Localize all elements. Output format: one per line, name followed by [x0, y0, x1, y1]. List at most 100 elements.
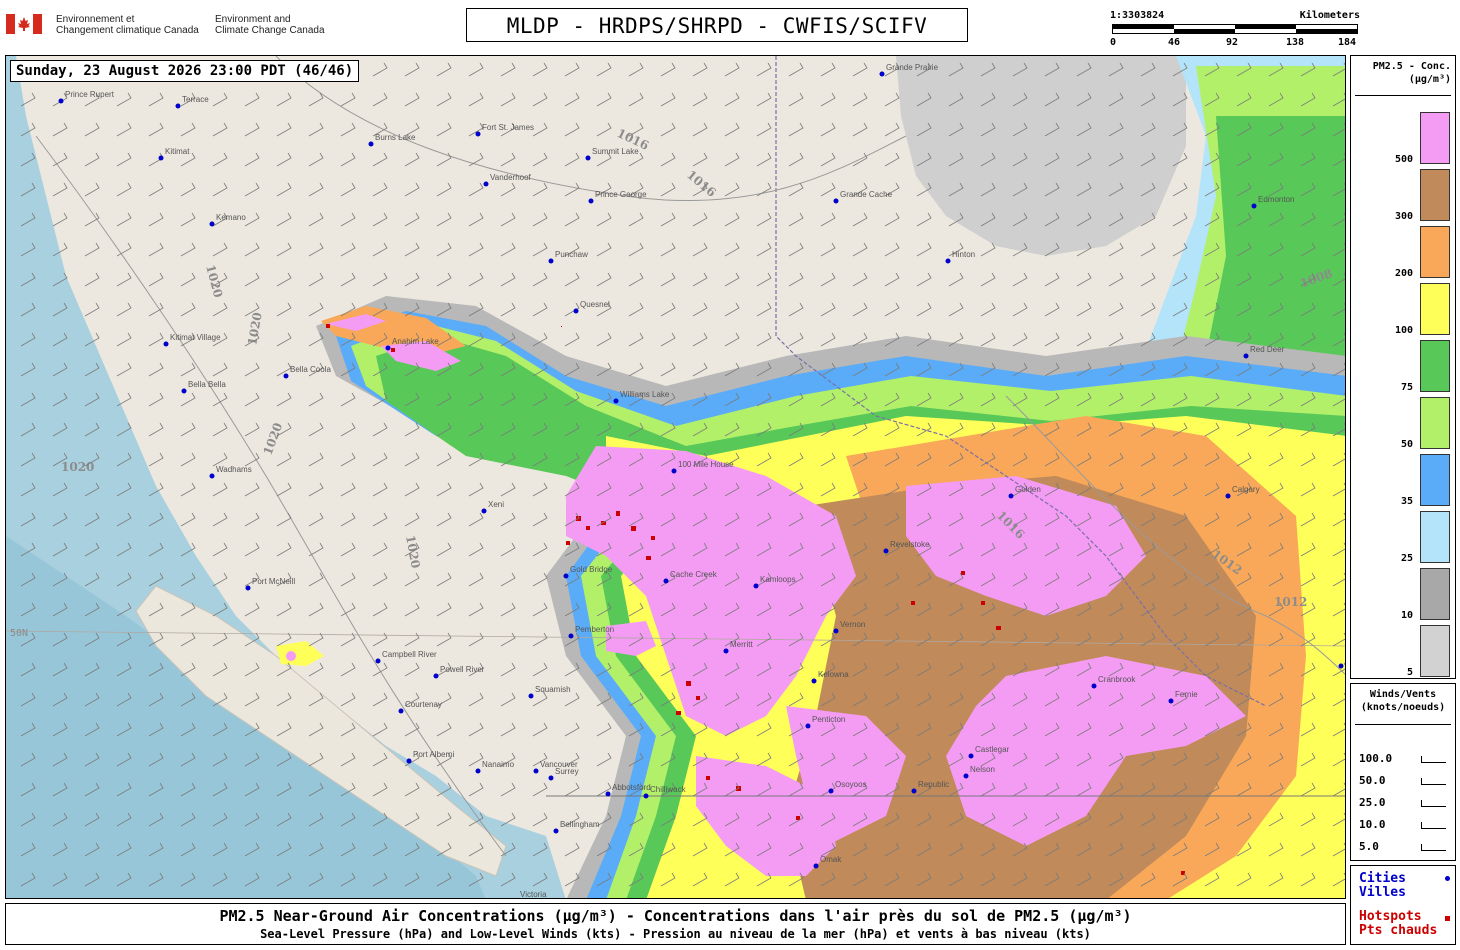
city-label: Kitimat: [165, 147, 190, 156]
legend-swatch-5: [1420, 625, 1450, 677]
city-marker: [813, 863, 819, 869]
caption-line2: Sea-Level Pressure (hPa) and Low-Level W…: [260, 927, 1091, 941]
scale-tick-0: 0: [1110, 37, 1117, 48]
city-marker: [1168, 698, 1174, 704]
city-label: Terrace: [182, 95, 209, 104]
city-marker: [158, 155, 164, 161]
city-label: Squamish: [535, 685, 571, 694]
city-marker: [548, 775, 554, 781]
city-label: Bella Bella: [188, 380, 226, 389]
city-marker: [475, 131, 481, 137]
city-label: Gold Bridge: [570, 565, 613, 574]
city-marker: [585, 155, 591, 161]
city-marker: [723, 648, 729, 654]
legend-label: 100: [1394, 325, 1413, 336]
caption-line1: PM2.5 Near-Ground Air Concentrations (μg…: [219, 907, 1132, 925]
org-name-fr: Environnement et Changement climatique C…: [56, 14, 199, 36]
city-label: Abbotsford: [612, 783, 651, 792]
city-marker: [605, 791, 611, 797]
marker-key: Cities Villes Hotspots Pts chauds: [1350, 865, 1456, 945]
legend-label: 50: [1400, 439, 1413, 450]
wind-speed-label: 50.0: [1359, 774, 1386, 787]
city-label: Edmonton: [1258, 195, 1294, 204]
city-marker: [911, 788, 917, 794]
city-marker: [481, 508, 487, 514]
city-marker: [963, 773, 969, 779]
city-dot-icon: [1445, 876, 1450, 881]
city-marker: [1008, 493, 1014, 499]
legend-title-line2: (μg/m³): [1408, 74, 1451, 85]
city-label: Surrey: [555, 767, 579, 776]
city-marker: [475, 768, 481, 774]
scale-bar-track: [1112, 24, 1358, 34]
city-marker: [1338, 663, 1344, 669]
city-marker: [398, 708, 404, 714]
city-marker: [181, 388, 187, 394]
legend-label: 75: [1400, 382, 1413, 393]
city-marker: [663, 578, 669, 584]
city-marker: [548, 258, 554, 264]
city-marker: [883, 548, 889, 554]
wind-barb-icon: [1421, 778, 1446, 785]
legend-swatch-100: [1420, 283, 1450, 335]
city-marker: [375, 658, 381, 664]
city-marker: [563, 573, 569, 579]
legend-swatch-300: [1420, 169, 1450, 221]
city-label: Prince George: [595, 190, 647, 199]
winds-legend-title: Winds/Vents (knots/noeuds): [1351, 688, 1455, 714]
canada-flag-icon: [6, 14, 42, 34]
cities-label-fr: Villes: [1359, 885, 1406, 900]
hotspots-label-en: Hotspots: [1359, 909, 1422, 924]
org-name-en: Environment and Climate Change Canada: [215, 14, 325, 36]
scale-unit: Kilometers: [1299, 10, 1360, 21]
city-marker: [245, 585, 251, 591]
city-marker: [368, 141, 374, 147]
city-label: Kitimat Village: [170, 333, 221, 342]
valid-time: Sunday, 23 August 2026 23:00 PDT (46/46): [10, 60, 360, 82]
city-label: Revelstoke: [890, 540, 930, 549]
city-label: Powell River: [440, 665, 485, 674]
city-marker: [811, 678, 817, 684]
city-label: Kamloops: [760, 575, 796, 584]
wind-barb-icon: [1421, 800, 1446, 807]
hotspot-square-icon: [1445, 916, 1450, 921]
legend-label: 25: [1400, 553, 1413, 564]
city-marker: [553, 828, 559, 834]
legend-swatch-35: [1420, 454, 1450, 506]
city-marker: [805, 723, 811, 729]
city-marker: [753, 583, 759, 589]
org-fr-line1: Environnement et: [56, 14, 135, 25]
org-fr-line2: Changement climatique Canada: [56, 25, 199, 36]
winds-legend: Winds/Vents (knots/noeuds) 100.0 50.0 25.0…: [1350, 683, 1456, 861]
city-label: Nanaimo: [482, 760, 515, 769]
legend-swatch-50: [1420, 397, 1450, 449]
legend-swatch-500: [1420, 112, 1450, 164]
city-marker: [833, 198, 839, 204]
city-marker: [833, 628, 839, 634]
city-marker: [573, 308, 579, 314]
concentration-map[interactable]: 50N 1016 1016 1016 1020 1020 1020 1020 1…: [5, 55, 1346, 899]
legend-label: 10: [1400, 610, 1413, 621]
city-marker: [643, 793, 649, 799]
cities-key: Cities Villes: [1359, 872, 1406, 900]
city-label: Omak: [820, 855, 842, 864]
city-marker: [879, 71, 885, 77]
legend-swatch-200: [1420, 226, 1450, 278]
wind-speed-label: 25.0: [1359, 796, 1386, 809]
city-label: Chilliwack: [650, 785, 687, 794]
city-label: Nelson: [970, 765, 995, 774]
city-label: Kemano: [216, 213, 246, 222]
svg-text:1020: 1020: [61, 460, 94, 474]
city-label: Fernie: [1175, 690, 1198, 699]
city-marker: [385, 345, 391, 351]
city-marker: [533, 768, 539, 774]
legend-label: 200: [1394, 268, 1413, 279]
city-marker: [209, 221, 215, 227]
legend-swatch-75: [1420, 340, 1450, 392]
cities-label-en: Cities: [1359, 871, 1406, 886]
legend-swatch-25: [1420, 511, 1450, 563]
city-label: Grande Cache: [840, 190, 893, 199]
city-marker: [671, 468, 677, 474]
wind-barb-icon: [1421, 822, 1446, 829]
scale-tick-3: 138: [1286, 37, 1305, 48]
